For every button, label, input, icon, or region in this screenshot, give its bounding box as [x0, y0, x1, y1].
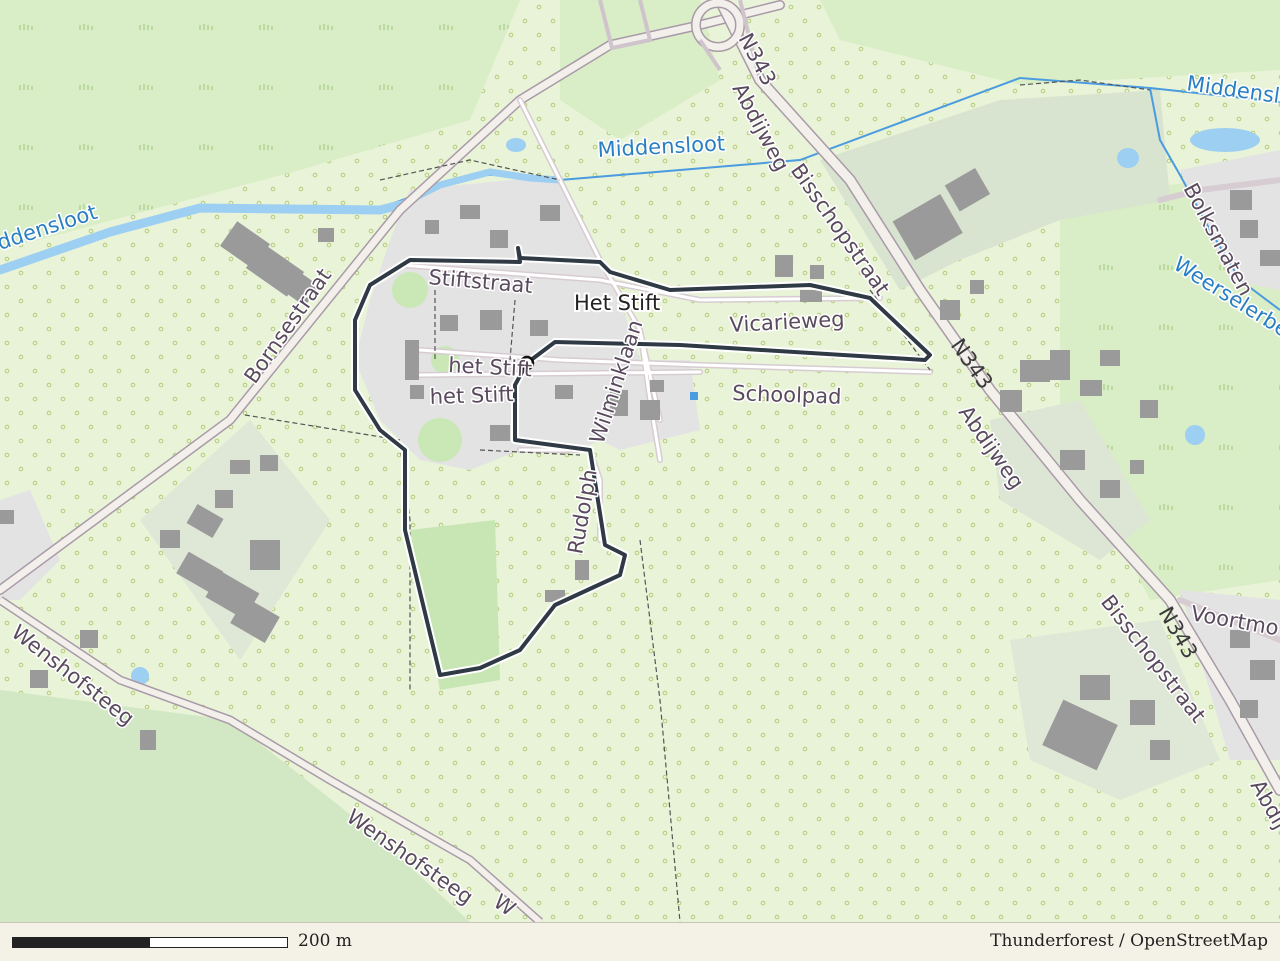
map-svg[interactable]: Middenslo Middensloot ddensloot N343 Abd…: [0, 0, 1280, 922]
label-schoolpad: Schoolpad: [732, 381, 842, 409]
label-het-stift-place: Het Stift: [574, 291, 660, 315]
label-het-stift-1: het Stift: [448, 353, 533, 381]
map-footer: 200 m Thunderforest / OpenStreetMap: [0, 922, 1280, 961]
attribution[interactable]: Thunderforest / OpenStreetMap: [990, 931, 1268, 951]
scale-bar: [12, 937, 288, 948]
scale-label: 200 m: [298, 931, 352, 951]
map-canvas[interactable]: Middenslo Middensloot ddensloot N343 Abd…: [0, 0, 1280, 960]
label-het-stift-2: het Stift: [429, 382, 514, 409]
scale-bar-dark-segment: [13, 938, 150, 947]
